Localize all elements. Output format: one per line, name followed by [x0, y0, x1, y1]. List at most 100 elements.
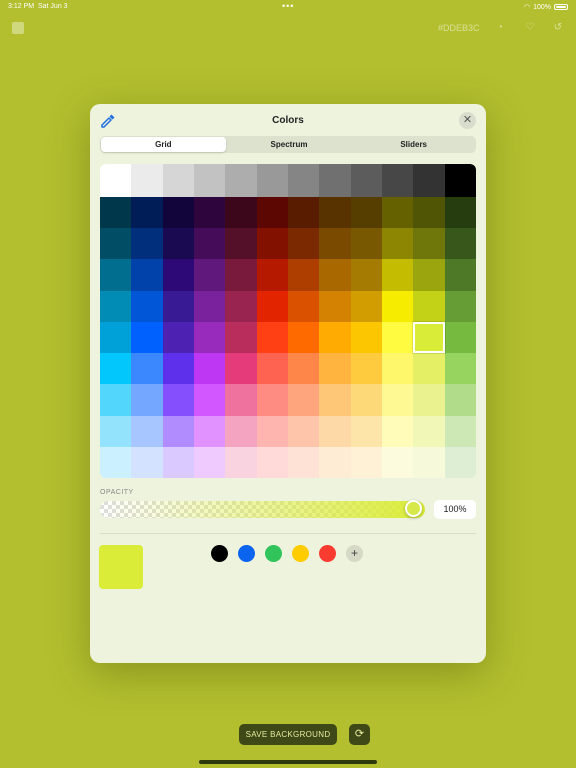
color-cell[interactable] — [131, 384, 164, 417]
close-button[interactable]: ✕ — [459, 112, 476, 129]
color-cell[interactable] — [256, 259, 289, 292]
color-cell[interactable] — [413, 164, 446, 198]
color-cell[interactable] — [288, 259, 320, 292]
color-cell[interactable] — [288, 321, 320, 354]
color-cell[interactable] — [382, 415, 414, 448]
color-cell[interactable] — [225, 384, 258, 417]
color-cell[interactable] — [350, 353, 383, 385]
color-cell[interactable] — [131, 259, 164, 292]
favorite-color-swatch[interactable] — [292, 545, 309, 562]
color-cell[interactable] — [382, 164, 414, 198]
sidebar-toggle-icon[interactable] — [12, 22, 24, 34]
color-cell[interactable] — [444, 415, 476, 448]
color-cell[interactable] — [319, 259, 352, 292]
color-cell[interactable] — [194, 384, 226, 417]
color-cell[interactable] — [319, 228, 352, 260]
color-cell[interactable] — [100, 384, 132, 417]
color-cell[interactable] — [413, 446, 446, 478]
tab-spectrum[interactable]: Spectrum — [227, 136, 352, 153]
color-cell[interactable] — [225, 321, 258, 354]
color-cell[interactable] — [350, 384, 383, 417]
color-cell[interactable] — [444, 228, 476, 260]
color-cell[interactable] — [194, 228, 226, 260]
color-cell[interactable] — [256, 415, 289, 448]
multitask-dots[interactable]: ••• — [282, 1, 294, 11]
color-cell[interactable] — [131, 228, 164, 260]
color-cell[interactable] — [256, 228, 289, 260]
save-background-button[interactable]: SAVE BACKGROUND — [239, 724, 337, 745]
color-cell[interactable] — [225, 415, 258, 448]
opacity-slider[interactable] — [100, 501, 425, 518]
color-cell[interactable] — [256, 164, 289, 198]
color-cell[interactable] — [100, 197, 132, 229]
color-cell[interactable] — [162, 290, 195, 323]
color-cell[interactable] — [288, 290, 320, 323]
color-cell[interactable] — [350, 446, 383, 478]
color-cell[interactable] — [288, 446, 320, 478]
color-cell[interactable] — [162, 415, 195, 448]
color-cell[interactable] — [100, 290, 132, 323]
color-cell[interactable] — [194, 197, 226, 229]
color-cell[interactable] — [131, 197, 164, 229]
color-cell[interactable] — [100, 415, 132, 448]
color-cell[interactable] — [319, 384, 352, 417]
color-cell[interactable] — [319, 415, 352, 448]
color-cell[interactable] — [162, 197, 195, 229]
color-cell[interactable] — [444, 384, 476, 417]
opacity-value-field[interactable]: 100% — [434, 500, 476, 519]
color-cell[interactable] — [350, 197, 383, 229]
color-cell[interactable] — [382, 290, 414, 323]
color-cell[interactable] — [413, 290, 446, 323]
color-cell[interactable] — [413, 415, 446, 448]
history-icon[interactable]: ↺ — [552, 22, 564, 34]
color-cell[interactable] — [194, 321, 226, 354]
color-cell[interactable] — [256, 353, 289, 385]
color-cell[interactable] — [382, 446, 414, 478]
color-cell[interactable] — [350, 415, 383, 448]
color-cell[interactable] — [225, 164, 258, 198]
color-cell[interactable] — [131, 321, 164, 354]
color-cell[interactable] — [288, 197, 320, 229]
color-cell[interactable] — [444, 259, 476, 292]
color-cell[interactable] — [162, 384, 195, 417]
color-cell[interactable] — [319, 321, 352, 354]
color-cell[interactable] — [100, 321, 132, 354]
color-cell[interactable] — [413, 353, 446, 385]
color-cell[interactable] — [350, 321, 383, 354]
color-cell[interactable] — [131, 415, 164, 448]
color-cell[interactable] — [382, 321, 414, 354]
color-cell[interactable] — [444, 353, 476, 385]
color-cell[interactable] — [382, 384, 414, 417]
color-cell[interactable] — [382, 197, 414, 229]
color-cell[interactable] — [319, 290, 352, 323]
color-cell[interactable] — [225, 259, 258, 292]
color-cell[interactable] — [100, 228, 132, 260]
color-cell[interactable] — [319, 446, 352, 478]
heart-icon[interactable]: ♡ — [524, 22, 536, 34]
color-cell[interactable] — [131, 446, 164, 478]
color-cell[interactable] — [225, 353, 258, 385]
color-cell[interactable] — [256, 384, 289, 417]
color-cell[interactable] — [319, 197, 352, 229]
color-cell[interactable] — [162, 164, 195, 198]
color-cell[interactable] — [225, 228, 258, 260]
color-cell[interactable] — [319, 353, 352, 385]
color-cell[interactable] — [162, 228, 195, 260]
color-cell[interactable] — [194, 164, 226, 198]
color-cell[interactable] — [194, 353, 226, 385]
color-cell[interactable] — [444, 446, 476, 478]
color-cell[interactable] — [444, 321, 476, 354]
color-cell[interactable] — [256, 197, 289, 229]
color-cell[interactable] — [131, 290, 164, 323]
color-cell[interactable] — [413, 384, 446, 417]
color-cell[interactable] — [131, 353, 164, 385]
tab-sliders[interactable]: Sliders — [351, 136, 476, 153]
color-cell[interactable] — [162, 321, 195, 354]
color-cell[interactable] — [194, 446, 226, 478]
opacity-slider-knob[interactable] — [405, 500, 422, 517]
color-cell[interactable] — [256, 290, 289, 323]
color-cell[interactable] — [194, 415, 226, 448]
color-cell[interactable] — [444, 197, 476, 229]
color-cell[interactable] — [225, 197, 258, 229]
color-cell[interactable] — [413, 228, 446, 260]
